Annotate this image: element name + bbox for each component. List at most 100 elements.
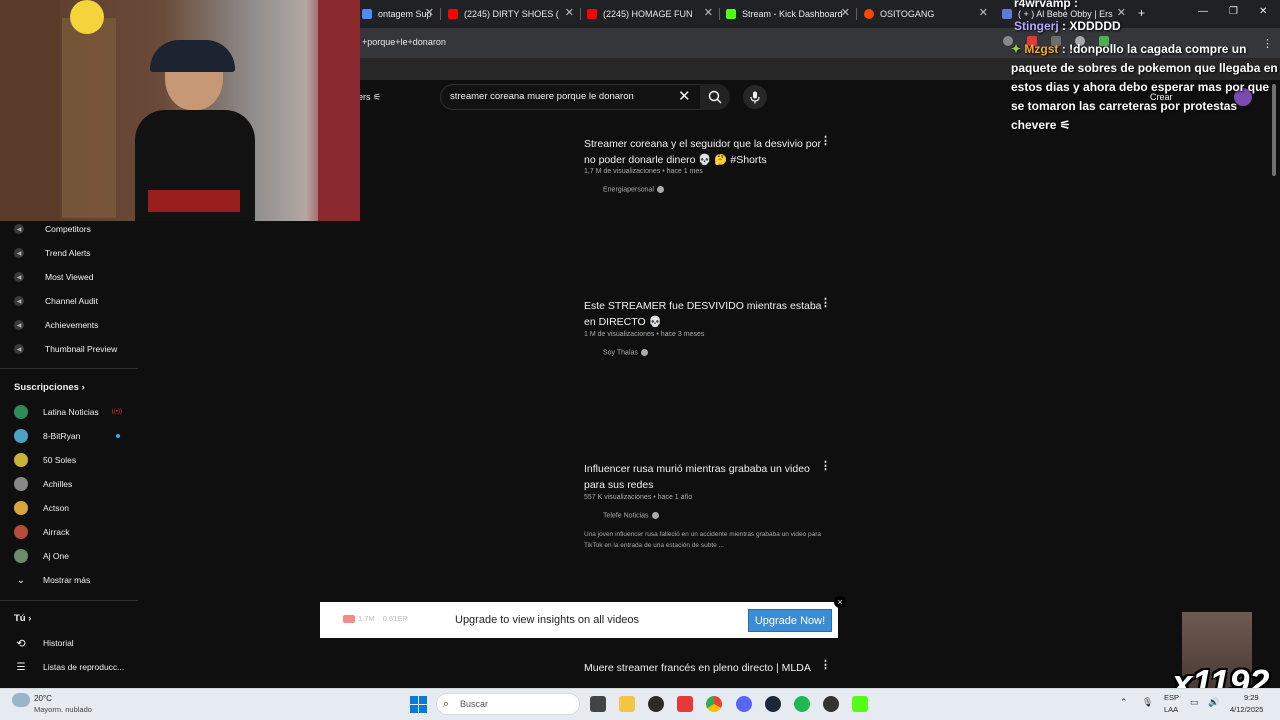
filters-button[interactable]: ers ⚟ [358, 92, 381, 103]
sidebar-item-most-viewed[interactable]: ◀ Most Viewed [14, 266, 138, 288]
sidebar-item-50-soles[interactable]: 50 Soles [14, 449, 138, 471]
channel-avatar [14, 501, 28, 515]
sidebar-item-label: Achievements [45, 320, 99, 330]
sidebar-item-history[interactable]: ⟲ Historial [14, 632, 138, 654]
sidebar-item-label: Listas de reproducc... [43, 662, 125, 672]
result-title[interactable]: Influencer rusa murió mientras grababa u… [584, 461, 824, 493]
ratio-unit: ER [397, 614, 408, 623]
sidebar-item-thumbnail-preview[interactable]: ◀ Thumbnail Preview [14, 338, 138, 360]
file-explorer-icon[interactable] [619, 696, 635, 712]
sidebar-item-achilles[interactable]: Achilles [14, 473, 138, 495]
spotify-icon[interactable] [794, 696, 810, 712]
more-options-icon[interactable]: ⋮ [820, 134, 831, 147]
maximize-button[interactable]: ❐ [1229, 6, 1238, 17]
sidebar-item-latina-noticias[interactable]: Latina Noticias ((•)) [14, 401, 138, 423]
network-icon[interactable]: ▭ [1190, 697, 1199, 708]
more-options-icon[interactable]: ⋮ [820, 459, 831, 472]
voice-search-button[interactable] [743, 85, 767, 109]
search-button[interactable] [700, 84, 730, 110]
show-more-button[interactable]: ⌄ Mostrar más [14, 569, 138, 591]
sidebar-item-label: Achilles [43, 479, 73, 489]
browser-menu-icon[interactable]: ⋮ [1262, 37, 1273, 50]
clear-search-icon[interactable]: ✕ [678, 87, 691, 105]
close-icon[interactable]: ✕ [841, 6, 850, 19]
result-title[interactable]: Streamer coreana y el seguidor que la de… [584, 136, 824, 168]
weather-temp[interactable]: 20°C [34, 694, 52, 703]
chat-text: se tomaron las carreteras por protestas [1011, 99, 1238, 113]
channel-avatar [14, 405, 28, 419]
more-options-icon[interactable]: ⋮ [820, 296, 831, 309]
tool-icon: ◀ [14, 224, 24, 234]
close-window-button[interactable]: ✕ [1259, 6, 1267, 17]
obs-icon[interactable] [823, 696, 839, 712]
result-description: Una joven influencer rusa falleció en un… [584, 531, 822, 549]
result-channel[interactable]: Soy Thalas [603, 349, 648, 356]
sidebar-item-competitors[interactable]: ◀ Competitors [14, 218, 138, 240]
chat-message: ✦ Mzgst : !donpollo la cagada compre un [1011, 40, 1246, 59]
language-code[interactable]: ESP [1164, 693, 1179, 702]
minimize-button[interactable]: — [1198, 6, 1208, 17]
upgrade-now-button[interactable]: Upgrade Now! [748, 609, 832, 632]
subscriptions-label: Suscripciones [14, 382, 79, 393]
sidebar-item-airrack[interactable]: Airrack [14, 521, 138, 543]
app-icon[interactable] [648, 696, 664, 712]
result-channel[interactable]: Energiapersonal [603, 186, 664, 193]
result-meta: 1,7 M de visualizaciones • hace 1 mes [584, 168, 703, 175]
steam-icon[interactable] [765, 696, 781, 712]
subscriptions-heading[interactable]: Suscripciones › [14, 382, 85, 393]
task-view-icon[interactable] [590, 696, 606, 712]
close-icon[interactable]: ✕ [565, 6, 574, 19]
more-options-icon[interactable]: ⋮ [820, 658, 831, 671]
close-icon[interactable]: ✕ [425, 6, 434, 19]
tab-label: Stream - Kick Dashboard [742, 9, 843, 19]
sidebar-item-label: Aj One [43, 551, 69, 561]
tab-label: (2245) HOMAGE FUN [603, 9, 693, 19]
result-channel[interactable]: Telefe Noticias [603, 512, 659, 519]
app-icon[interactable] [677, 696, 693, 712]
chevron-up-icon[interactable]: ⌃ [1120, 697, 1128, 708]
playlist-icon: ☰ [16, 661, 26, 673]
tab-dirty-shoes[interactable]: (2245) DIRTY SHOES ( ✕ [448, 4, 574, 24]
tab-label: ontagem Sup [378, 9, 432, 19]
roblox-icon [1002, 9, 1012, 19]
sidebar-item-trend-alerts[interactable]: ◀ Trend Alerts [14, 242, 138, 264]
close-icon[interactable]: ✕ [704, 6, 713, 19]
tab-homage[interactable]: (2245) HOMAGE FUN ✕ [587, 4, 713, 24]
address-url[interactable]: +porque+le+donaron [362, 37, 446, 47]
search-input[interactable]: streamer coreana muere porque le donaron [450, 91, 634, 102]
discord-icon[interactable] [736, 696, 752, 712]
sidebar-item-label: Historial [43, 638, 74, 648]
sidebar-item-playlists[interactable]: ☰ Listas de reproducc... [14, 656, 138, 678]
close-banner-button[interactable]: × [834, 596, 846, 608]
volume-icon[interactable]: 🔊 [1208, 697, 1219, 708]
sidebar-item-channel-audit[interactable]: ◀ Channel Audit [14, 290, 138, 312]
sidebar-item-aj-one[interactable]: Aj One [14, 545, 138, 567]
tab-kick-dashboard[interactable]: Stream - Kick Dashboard ✕ [726, 4, 850, 24]
chat-text: estos dias y ahora debo esperar mas por … [1011, 80, 1270, 94]
new-tab-button[interactable]: + [1138, 6, 1145, 20]
chat-text: : XDDDDD [1062, 19, 1121, 33]
chrome-icon[interactable] [706, 696, 722, 712]
microphone-icon [750, 91, 760, 103]
windows-start-icon[interactable] [410, 696, 427, 713]
sidebar-item-label: Channel Audit [45, 296, 98, 306]
taskbar-search[interactable] [436, 693, 580, 715]
tab-montagem[interactable]: ontagem Sup ✕ [362, 4, 434, 24]
close-icon[interactable]: ✕ [979, 6, 988, 19]
chat-text: chevere [1011, 118, 1057, 132]
sidebar-item-actson[interactable]: Actson [14, 497, 138, 519]
tool-icon: ◀ [14, 272, 24, 282]
you-heading[interactable]: Tú › [14, 613, 31, 624]
result-title[interactable]: Este STREAMER fue DESVIVIDO mientras est… [584, 298, 824, 330]
tab-ositogang[interactable]: OSITOGANG ✕ [864, 4, 988, 24]
sidebar-divider [0, 600, 138, 601]
sidebar-item-8-bitryan[interactable]: 8-BitRyan [14, 425, 138, 447]
sidebar-item-achievements[interactable]: ◀ Achievements [14, 314, 138, 336]
result-title[interactable]: Muere streamer francés en pleno directo … [584, 660, 824, 676]
chat-text: : !donpollo la cagada compre un [1061, 42, 1247, 56]
kick-icon[interactable] [852, 696, 868, 712]
microphone-icon[interactable]: 🎙 [1142, 697, 1153, 708]
clock-time[interactable]: 9:29 [1244, 693, 1259, 702]
scrollbar-thumb[interactable] [1272, 84, 1276, 176]
new-content-dot [116, 434, 120, 438]
